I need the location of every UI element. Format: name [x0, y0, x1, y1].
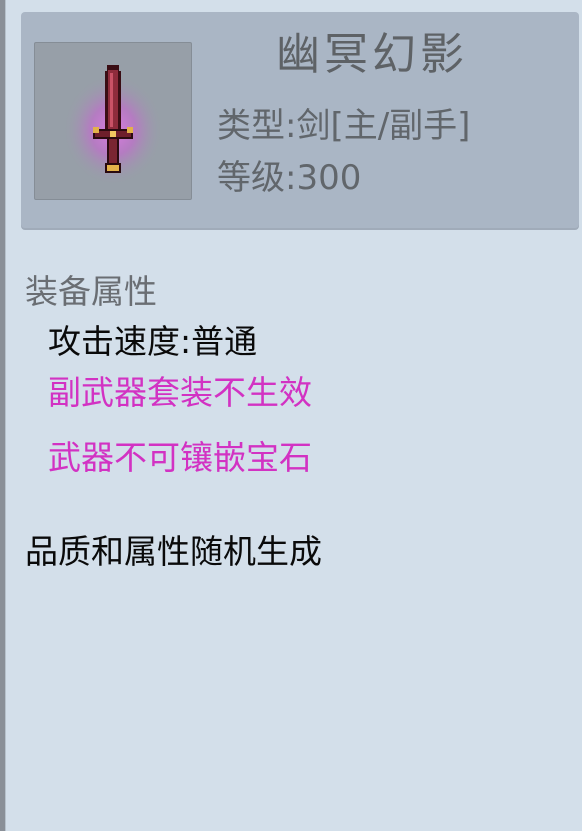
- sword-icon: [63, 65, 163, 186]
- item-type: 类型:剑[主/副手]: [217, 106, 471, 146]
- item-icon-frame: [34, 42, 192, 200]
- attributes-section-title: 装备属性: [25, 272, 157, 311]
- attribute-no-gem-socket: 武器不可镶嵌宝石: [48, 438, 312, 477]
- item-header-card: 幽冥幻影 类型:剑[主/副手] 等级:300: [21, 12, 579, 230]
- item-name: 幽冥幻影: [276, 29, 468, 80]
- item-level: 等级:300: [217, 158, 362, 198]
- attribute-attack-speed: 攻击速度:普通: [48, 322, 258, 361]
- attribute-set-disabled: 副武器套装不生效: [48, 373, 312, 412]
- item-tooltip-panel: 幽冥幻影 类型:剑[主/副手] 等级:300 装备属性 攻击速度:普通 副武器套…: [5, 0, 582, 831]
- quality-note: 品质和属性随机生成: [25, 532, 322, 571]
